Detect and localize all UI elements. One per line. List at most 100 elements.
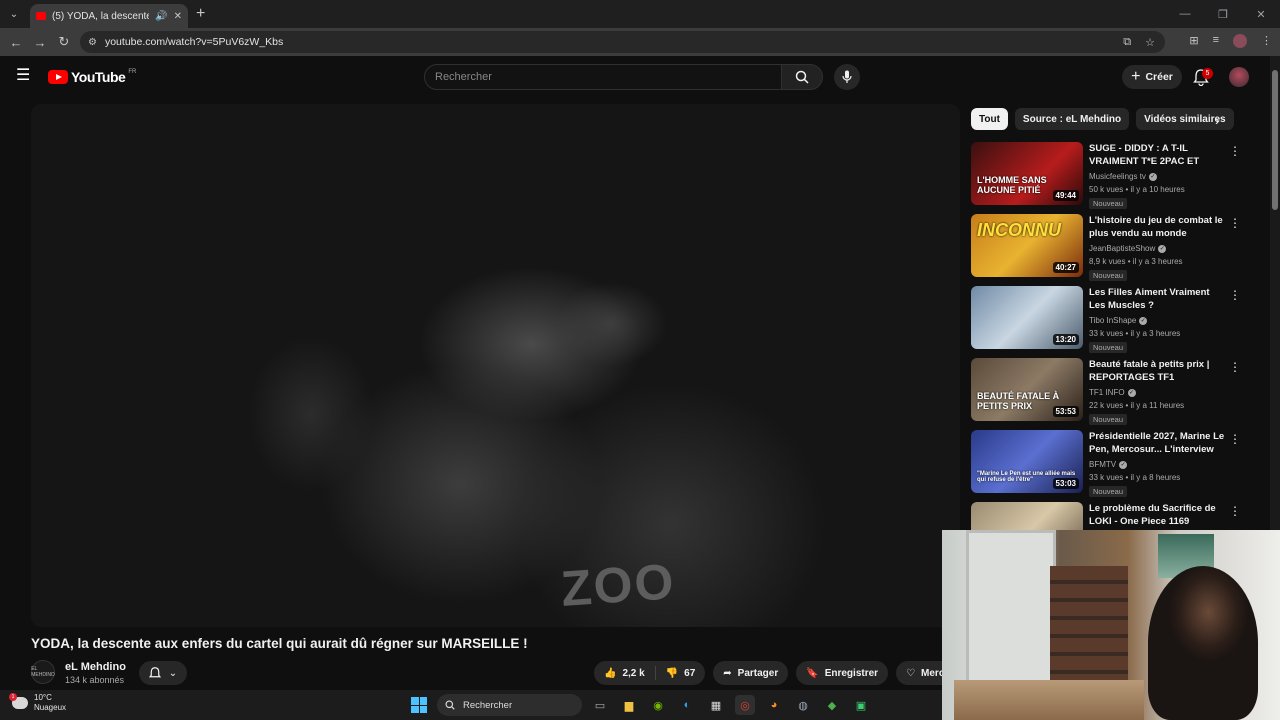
taskbar-search-input[interactable]: Rechercher: [437, 694, 582, 716]
rec-channel[interactable]: JeanBaptisteShow ✓: [1089, 244, 1167, 253]
more-options-icon[interactable]: ⋮: [1229, 216, 1241, 230]
youtube-header: ☰ YouTube FR Rechercher + Créer 5: [0, 56, 1270, 98]
rec-channel[interactable]: TF1 INFO ✓: [1089, 388, 1136, 397]
tab-title: (5) YODA, la descente aux e: [52, 10, 150, 22]
chevron-right-icon[interactable]: ›: [1215, 112, 1220, 128]
rec-title[interactable]: Beauté fatale à petits prix | REPORTAGES…: [1089, 358, 1227, 384]
chip-all[interactable]: Tout: [971, 108, 1008, 130]
dislike-count: 67: [684, 667, 696, 679]
new-badge: Nouveau: [1089, 198, 1128, 209]
like-button[interactable]: 👍 2,2 k: [594, 661, 655, 685]
youtube-logo[interactable]: YouTube FR: [48, 69, 136, 85]
video-thumbnail[interactable]: L'HOMME SANS AUCUNE PITIÉ 49:44: [971, 142, 1083, 205]
profile-avatar[interactable]: [1233, 34, 1247, 48]
chip-source[interactable]: Source : eL Mehdino: [1014, 108, 1130, 130]
forward-icon[interactable]: →: [28, 35, 52, 50]
back-icon[interactable]: ←: [4, 35, 28, 50]
rec-title[interactable]: Les Filles Aiment Vraiment Les Muscles ?: [1089, 286, 1227, 312]
address-bar[interactable]: ⚙ youtube.com/watch?v=5PuV6zW_Kbs ⧉ ☆: [80, 31, 1165, 53]
windows-start-icon[interactable]: [411, 697, 427, 713]
verified-icon: ✓: [1127, 388, 1136, 397]
list-item[interactable]: 13:20 Les Filles Aiment Vraiment Les Mus…: [971, 286, 1241, 358]
create-button[interactable]: + Créer: [1122, 65, 1182, 89]
rec-title[interactable]: L'histoire du jeu de combat le plus vend…: [1089, 214, 1227, 240]
rec-title[interactable]: SUGE - DIDDY : A T-IL VRAIMENT T*E 2PAC …: [1089, 142, 1227, 168]
steam-icon[interactable]: ◍: [793, 695, 813, 715]
temperature: 10°C: [34, 693, 52, 702]
install-icon[interactable]: ⧉: [1123, 36, 1131, 49]
rec-title[interactable]: Présidentielle 2027, Marine Le Pen, Merc…: [1089, 430, 1227, 456]
restore-icon[interactable]: ❐: [1204, 8, 1242, 21]
video-thumbnail[interactable]: "Marine Le Pen est une alliée mais qui r…: [971, 430, 1083, 493]
logo-text: YouTube: [71, 69, 126, 85]
rec-channel[interactable]: Tibo InShape ✓: [1089, 316, 1148, 325]
voice-search-button[interactable]: [834, 64, 860, 90]
list-item[interactable]: "Marine Le Pen est une alliée mais qui r…: [971, 430, 1241, 502]
rec-channel[interactable]: BFMTV ✓: [1089, 460, 1128, 469]
hamburger-menu-icon[interactable]: ☰: [16, 68, 30, 84]
minimize-icon[interactable]: —: [1166, 8, 1204, 20]
microphone-icon: [842, 70, 852, 83]
like-dislike-group: 👍 2,2 k 👎 67: [594, 661, 706, 685]
app-icon[interactable]: ◆: [822, 695, 842, 715]
more-options-icon[interactable]: ⋮: [1229, 144, 1241, 158]
account-avatar[interactable]: [1229, 67, 1249, 87]
firefox-icon[interactable]: ◕: [764, 695, 784, 715]
list-item[interactable]: BEAUTÉ FATALE À PETITS PRIX 53:53 Beauté…: [971, 358, 1241, 430]
search-input[interactable]: Rechercher: [424, 64, 782, 90]
rec-meta: 8,9 k vues • il y a 3 heures: [1089, 257, 1183, 266]
duration-badge: 53:53: [1052, 406, 1079, 417]
dislike-button[interactable]: 👎 67: [656, 661, 706, 685]
more-options-icon[interactable]: ⋮: [1229, 360, 1241, 374]
list-item[interactable]: L'HOMME SANS AUCUNE PITIÉ 49:44 SUGE - D…: [971, 142, 1241, 214]
extensions-icon[interactable]: ⊞: [1189, 34, 1198, 48]
store-icon[interactable]: ▦: [706, 695, 726, 715]
new-tab-button[interactable]: +: [196, 5, 205, 23]
rec-channel[interactable]: Musicfeelings tv ✓: [1089, 172, 1157, 181]
edge-icon[interactable]: ◐: [677, 695, 697, 715]
site-info-icon[interactable]: ⚙: [88, 37, 97, 48]
verified-icon: ✓: [1158, 244, 1167, 253]
file-explorer-icon[interactable]: ▆: [619, 695, 639, 715]
list-item[interactable]: INCONNU 40:27 L'histoire du jeu de comba…: [971, 214, 1241, 286]
game-icon[interactable]: ▣: [851, 695, 871, 715]
browser-menu-icon[interactable]: ⋮: [1261, 34, 1272, 48]
weather-widget[interactable]: 1 10°C Nuageux: [9, 693, 66, 713]
media-icon[interactable]: ≡: [1213, 34, 1219, 48]
thumbs-up-icon: 👍: [604, 667, 617, 679]
close-tab-icon[interactable]: ✕: [174, 11, 182, 22]
taskbar-search-label: Rechercher: [463, 699, 513, 711]
channel-name[interactable]: eL Mehdino: [65, 661, 126, 673]
rec-meta: 33 k vues • il y a 8 heures: [1089, 473, 1181, 482]
chevron-down-icon: ⌄: [168, 667, 178, 679]
speaker-icon[interactable]: 🔊: [155, 11, 167, 22]
reload-icon[interactable]: ↻: [52, 34, 76, 50]
nvidia-icon[interactable]: ◉: [648, 695, 668, 715]
browser-tab[interactable]: (5) YODA, la descente aux e 🔊 ✕: [30, 4, 188, 28]
more-options-icon[interactable]: ⋮: [1229, 288, 1241, 302]
save-button[interactable]: 🔖 Enregistrer: [796, 661, 889, 685]
chrome-icon[interactable]: ◎: [735, 695, 755, 715]
video-thumbnail[interactable]: INCONNU 40:27: [971, 214, 1083, 277]
new-badge: Nouveau: [1089, 270, 1128, 281]
subscriber-count: 134 k abonnés: [65, 675, 125, 685]
rec-meta: 33 k vues • il y a 3 heures: [1089, 329, 1181, 338]
rec-title[interactable]: Le problème du Sacrifice de LOKI - One P…: [1089, 502, 1227, 528]
channel-avatar[interactable]: EL MEHDINO: [31, 660, 55, 684]
subscription-bell-button[interactable]: ⌄: [139, 661, 187, 685]
scrollbar-thumb[interactable]: [1272, 70, 1278, 210]
video-player[interactable]: ZOO: [31, 104, 960, 627]
bookmark-star-icon[interactable]: ☆: [1145, 36, 1155, 49]
close-window-icon[interactable]: ✕: [1242, 8, 1280, 21]
more-options-icon[interactable]: ⋮: [1229, 432, 1241, 446]
share-button[interactable]: ➦ Partager: [713, 661, 789, 685]
verified-icon: ✓: [1148, 172, 1157, 181]
notification-count-badge: 5: [1202, 68, 1213, 79]
more-options-icon[interactable]: ⋮: [1229, 504, 1241, 518]
webcam-overlay: [942, 530, 1280, 720]
video-thumbnail[interactable]: BEAUTÉ FATALE À PETITS PRIX 53:53: [971, 358, 1083, 421]
task-view-icon[interactable]: ▭: [590, 695, 610, 715]
tab-search-button[interactable]: ⌄: [4, 4, 24, 24]
search-button[interactable]: [781, 64, 823, 90]
video-thumbnail[interactable]: 13:20: [971, 286, 1083, 349]
